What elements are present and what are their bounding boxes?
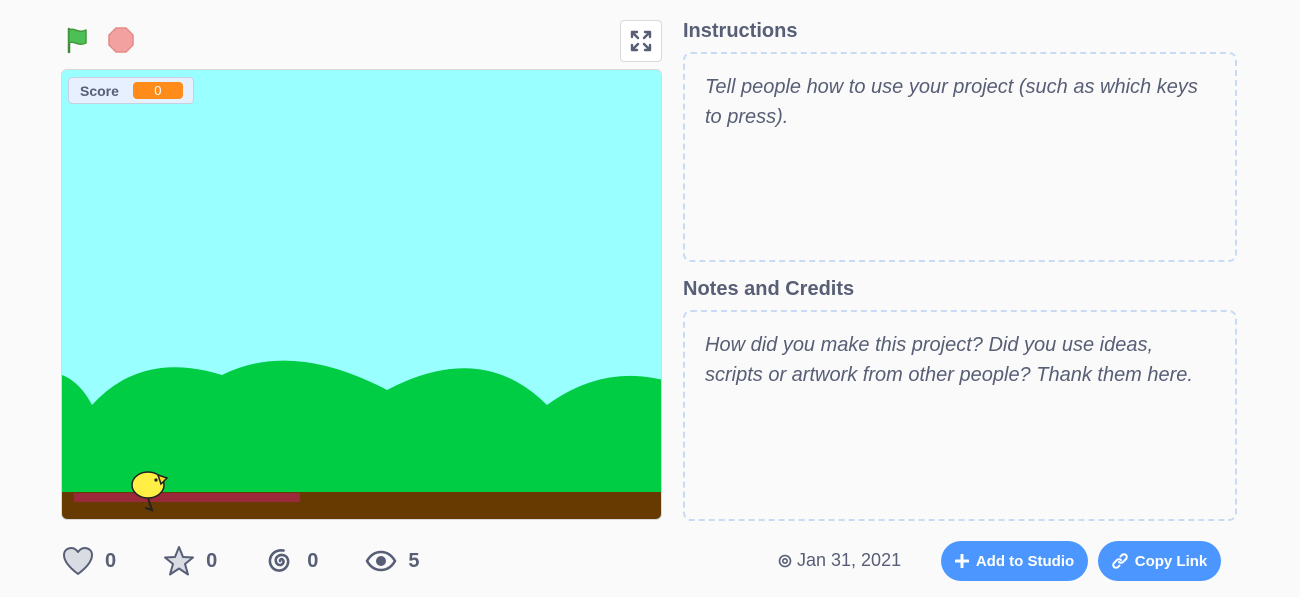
- add-to-studio-button[interactable]: Add to Studio: [941, 541, 1088, 581]
- fullscreen-button[interactable]: [620, 20, 662, 62]
- score-monitor-label: Score: [80, 82, 119, 99]
- link-icon: [1111, 553, 1128, 569]
- notes-textarea[interactable]: How did you make this project? Did you u…: [683, 310, 1237, 521]
- project-controls: [62, 22, 136, 58]
- fullscreen-icon: [630, 30, 652, 52]
- plus-icon: [954, 554, 969, 568]
- score-monitor: Score 0: [68, 77, 194, 104]
- view-stat: 5: [364, 544, 420, 578]
- shared-date-text: Jan 31, 2021: [797, 550, 902, 570]
- love-count: 0: [105, 549, 117, 572]
- shared-date: Jan 31, 2021: [778, 550, 901, 571]
- favorite-stat[interactable]: 0: [162, 544, 217, 578]
- add-to-studio-label: Add to Studio: [975, 552, 1075, 570]
- score-monitor-value: 0: [132, 82, 183, 99]
- favorite-count: 0: [206, 549, 218, 572]
- project-stage[interactable]: Score 0: [61, 69, 662, 520]
- notes-title: Notes and Credits: [683, 278, 855, 300]
- stage-scene: [62, 70, 661, 519]
- instructions-title: Instructions: [683, 20, 798, 42]
- copy-link-button[interactable]: Copy Link: [1098, 541, 1221, 581]
- remix-stat: 0: [263, 544, 318, 578]
- copy-link-label: Copy Link: [1134, 552, 1208, 570]
- green-flag-icon: [67, 27, 87, 54]
- instructions-textarea[interactable]: Tell people how to use your project (suc…: [683, 52, 1237, 262]
- remix-spiral-icon: [263, 544, 297, 578]
- stop-sign-icon: [108, 27, 134, 53]
- green-flag-button[interactable]: [62, 25, 92, 55]
- heart-icon: [61, 544, 95, 578]
- project-stats: 0 0 0 5: [61, 541, 466, 581]
- stop-button[interactable]: [106, 25, 136, 55]
- love-stat[interactable]: 0: [61, 544, 116, 578]
- platform: [74, 493, 300, 502]
- remix-count: 0: [307, 549, 319, 572]
- shared-date-icon: [778, 554, 792, 567]
- eye-icon: [364, 544, 398, 578]
- star-icon: [162, 544, 196, 578]
- view-count: 5: [408, 549, 420, 572]
